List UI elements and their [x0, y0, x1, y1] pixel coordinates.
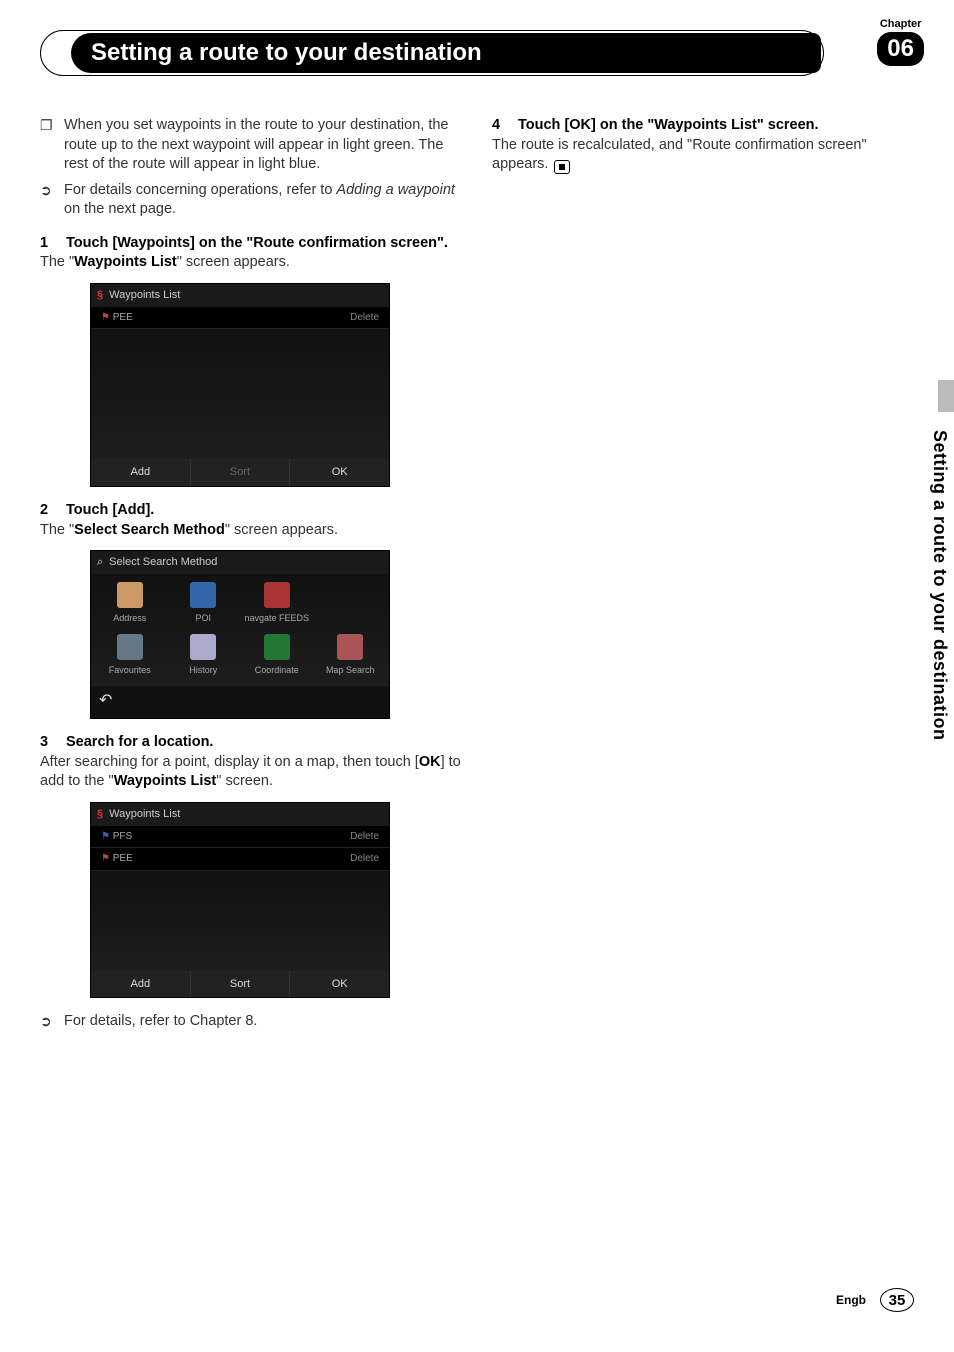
list-item-label: PFS	[113, 831, 132, 842]
delete-button[interactable]: Delete	[350, 830, 379, 844]
label: History	[189, 665, 217, 675]
screenshot-waypoints-list-1: § Waypoints List ⚑ PEE Delete Add Sort O…	[90, 283, 390, 487]
t: After searching for a point, display it …	[40, 754, 419, 770]
step-2-heading: 2Touch [Add].	[40, 501, 462, 521]
step-3-heading: 3Search for a location.	[40, 733, 462, 753]
step-number: 2	[40, 501, 66, 521]
t: Select Search Method	[74, 522, 225, 538]
list-item: ⚑ PFS Delete	[91, 826, 389, 849]
side-tab-label: Setting a route to your destination	[929, 430, 950, 741]
list-item: ⚑ PEE Delete	[91, 307, 389, 330]
delete-button[interactable]: Delete	[350, 311, 379, 325]
title-pill: Setting a route to your destination	[40, 30, 824, 76]
delete-button[interactable]: Delete	[350, 852, 379, 866]
right-column: 4Touch [OK] on the "Waypoints List" scre…	[492, 116, 914, 1038]
back-button[interactable]: ↶	[91, 686, 389, 718]
left-column: ❐ When you set waypoints in the route to…	[40, 116, 462, 1038]
step-2-body: The "Select Search Method" screen appear…	[40, 521, 462, 541]
label: Favourites	[109, 665, 151, 675]
add-button[interactable]: Add	[91, 971, 190, 998]
chapter-label: Chapter	[880, 18, 922, 30]
map-search-button[interactable]: Map Search	[314, 632, 388, 684]
label: navgate FEEDS	[244, 613, 309, 623]
ok-button[interactable]: OK	[289, 971, 389, 998]
t: The "	[40, 522, 74, 538]
step-3-body: After searching for a point, display it …	[40, 753, 462, 792]
t: Waypoints List	[114, 773, 217, 789]
label: Address	[113, 613, 146, 623]
ref-bullet: ➲ For details concerning operations, ref…	[40, 181, 462, 220]
ref-text-a: For details concerning operations, refer…	[64, 182, 336, 198]
empty-cell	[314, 580, 388, 632]
ref-text-b: Adding a waypoint	[336, 182, 455, 198]
t: The route is recalculated, and "Route co…	[492, 137, 867, 173]
screenshot-title: Select Search Method	[109, 555, 217, 570]
label: Map Search	[326, 665, 375, 675]
step-number: 3	[40, 733, 66, 753]
screenshot-waypoints-list-2: § Waypoints List ⚑ PFS Delete ⚑ PEE Dele…	[90, 802, 390, 999]
ok-button[interactable]: OK	[289, 459, 389, 486]
coordinate-button[interactable]: Coordinate	[240, 632, 314, 684]
page-title: Setting a route to your destination	[71, 33, 821, 73]
step-1-title: Touch [Waypoints] on the "Route confirma…	[66, 235, 448, 251]
map-pin-icon: §	[97, 807, 103, 822]
poi-button[interactable]: POI	[167, 580, 241, 632]
note-icon: ❐	[40, 116, 64, 175]
favourites-button[interactable]: Favourites	[93, 632, 167, 684]
step-1-body: The "Waypoints List" screen appears.	[40, 253, 462, 273]
t: " screen appears.	[177, 254, 290, 270]
page-number: 35	[880, 1288, 914, 1312]
search-icon: ⌕	[97, 555, 103, 570]
chapter-number-badge: 06	[877, 32, 924, 66]
note-text: When you set waypoints in the route to y…	[64, 116, 462, 175]
ref-text: For details concerning operations, refer…	[64, 181, 462, 220]
note-bullet: ❐ When you set waypoints in the route to…	[40, 116, 462, 175]
label: POI	[195, 613, 211, 623]
ref-text: For details, refer to Chapter 8.	[64, 1012, 462, 1032]
sort-button[interactable]: Sort	[190, 459, 290, 486]
side-tab: Setting a route to your destination	[926, 380, 954, 900]
step-4-body: The route is recalculated, and "Route co…	[492, 136, 914, 175]
flag-icon: ⚑	[101, 312, 113, 323]
page-header: Setting a route to your destination Chap…	[40, 30, 914, 76]
step-2-title: Touch [Add].	[66, 502, 154, 518]
history-button[interactable]: History	[167, 632, 241, 684]
list-item-label: PEE	[113, 312, 133, 323]
ref-text-c: on the next page.	[64, 201, 176, 217]
t: Waypoints List	[74, 254, 177, 270]
list-item: ⚑ PEE Delete	[91, 848, 389, 871]
flag-icon: ⚑	[101, 853, 113, 864]
screenshot-select-search-method: ⌕ Select Search Method Address POI navga…	[90, 550, 390, 719]
add-button[interactable]: Add	[91, 459, 190, 486]
step-4-heading: 4Touch [OK] on the "Waypoints List" scre…	[492, 116, 914, 136]
t: The "	[40, 254, 74, 270]
t: " screen appears.	[225, 522, 338, 538]
navgate-feeds-button[interactable]: navgate FEEDS	[240, 580, 314, 632]
list-item-label: PEE	[113, 853, 133, 864]
thumb-tab	[938, 380, 954, 412]
t: OK	[419, 754, 441, 770]
ref-icon: ➲	[40, 181, 64, 220]
label: Coordinate	[255, 665, 299, 675]
step-number: 1	[40, 234, 66, 254]
ref-icon: ➲	[40, 1012, 64, 1032]
step-number: 4	[492, 116, 518, 136]
flag-icon: ⚑	[101, 831, 113, 842]
end-of-section-icon	[554, 160, 570, 174]
sort-button[interactable]: Sort	[190, 971, 290, 998]
language-code: Engb	[836, 1293, 866, 1307]
address-button[interactable]: Address	[93, 580, 167, 632]
chapter-indicator: Chapter 06	[877, 18, 924, 66]
page-footer: Engb 35	[836, 1288, 914, 1312]
screenshot-title: Waypoints List	[109, 288, 180, 303]
ref-bullet: ➲ For details, refer to Chapter 8.	[40, 1012, 462, 1032]
step-4-title: Touch [OK] on the "Waypoints List" scree…	[518, 117, 819, 133]
map-pin-icon: §	[97, 288, 103, 303]
step-3-title: Search for a location.	[66, 734, 213, 750]
screenshot-title: Waypoints List	[109, 807, 180, 822]
t: " screen.	[216, 773, 273, 789]
step-1-heading: 1Touch [Waypoints] on the "Route confirm…	[40, 234, 462, 254]
